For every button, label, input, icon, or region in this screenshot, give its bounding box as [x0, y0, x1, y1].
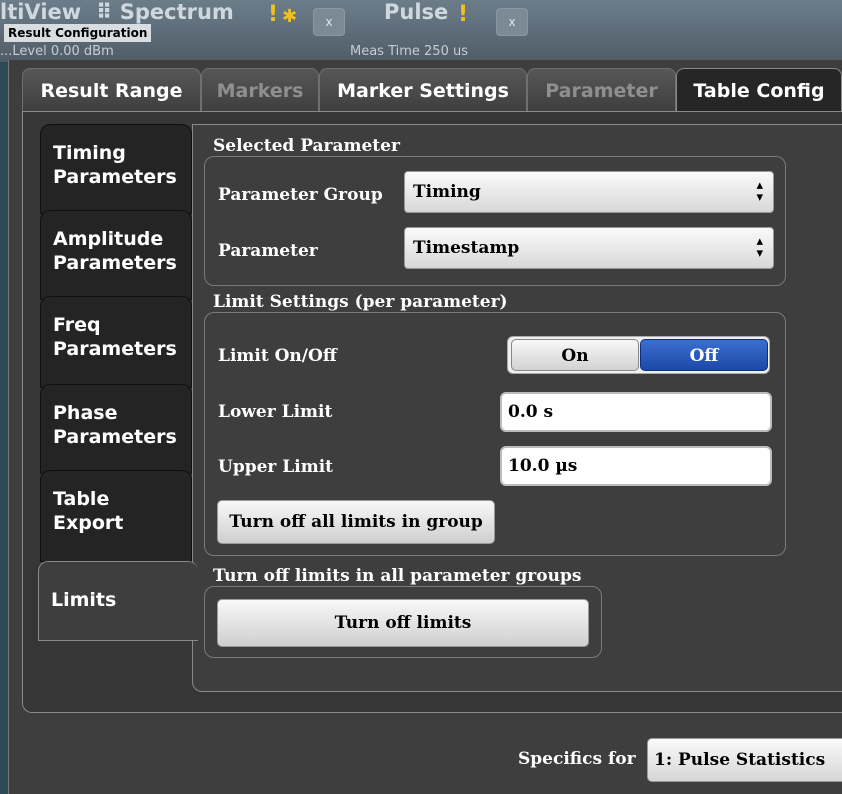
parameter-dropdown[interactable]: Timestamp ▴ ▾ — [404, 227, 774, 269]
all-groups-title: Turn off limits in all parameter groups — [213, 566, 582, 586]
tab-table-config[interactable]: Table Config — [676, 68, 842, 116]
updown-arrows-icon: ▴ ▾ — [756, 234, 763, 261]
limit-on-option[interactable]: On — [511, 339, 639, 371]
side-tab-limits[interactable]: Limits — [38, 561, 198, 641]
side-tab-table-export[interactable]: Table Export — [40, 470, 192, 562]
limit-onoff-label: Limit On/Off — [218, 346, 337, 366]
updown-arrows-icon: ▴ ▾ — [756, 178, 763, 205]
limit-onoff-toggle[interactable]: On Off — [507, 336, 770, 374]
upper-limit-label: Upper Limit — [218, 457, 333, 477]
lower-limit-input[interactable]: 0.0 s — [500, 392, 772, 432]
tab-marker-settings[interactable]: Marker Settings — [319, 68, 527, 112]
warning-icon: ! — [268, 2, 279, 27]
status-ref-level: ...Level 0.00 dBm — [0, 44, 114, 59]
parameter-group-label: Parameter Group — [218, 185, 383, 205]
turn-off-limits-button[interactable]: Turn off limits — [217, 599, 589, 647]
side-tab-freq-parameters[interactable]: Freq Parameters — [40, 296, 192, 388]
background-trace-strip — [0, 62, 8, 794]
specifics-label: Specifics for — [518, 749, 636, 769]
dialog-title: Result Configuration — [4, 24, 152, 42]
warning-icon: ! — [458, 2, 469, 27]
app-tab-spectrum[interactable]: ⠿ Spectrum — [96, 0, 234, 24]
app-tab-multiview[interactable]: ltiView — [0, 0, 81, 24]
status-meas-time: Meas Time 250 us — [350, 44, 468, 59]
side-tab-amplitude-parameters[interactable]: Amplitude Parameters — [40, 210, 192, 300]
limit-off-option[interactable]: Off — [640, 339, 768, 371]
close-tab-pulse-button[interactable]: x — [496, 8, 528, 36]
tab-parameter[interactable]: Parameter — [527, 68, 676, 112]
close-tab-spectrum-button[interactable]: x — [313, 8, 345, 36]
specifics-selector[interactable]: 1: Pulse Statistics — [647, 738, 842, 782]
side-tab-timing-parameters[interactable]: Timing Parameters — [40, 124, 192, 214]
selected-parameter-title: Selected Parameter — [213, 136, 400, 156]
app-tab-pulse[interactable]: Pulse — [384, 0, 448, 24]
tab-result-range[interactable]: Result Range — [22, 68, 201, 112]
tab-markers[interactable]: Markers — [201, 68, 319, 112]
grid-icon: ⠿ — [96, 0, 120, 24]
parameter-group-dropdown[interactable]: Timing ▴ ▾ — [404, 171, 774, 213]
upper-limit-input[interactable]: 10.0 µs — [500, 446, 772, 486]
lower-limit-label: Lower Limit — [218, 402, 333, 422]
side-tab-phase-parameters[interactable]: Phase Parameters — [40, 384, 192, 474]
star-icon: ✱ — [282, 6, 298, 27]
limit-settings-title: Limit Settings (per parameter) — [213, 292, 508, 312]
parameter-label: Parameter — [218, 241, 318, 261]
turn-off-group-limits-button[interactable]: Turn off all limits in group — [217, 500, 495, 544]
